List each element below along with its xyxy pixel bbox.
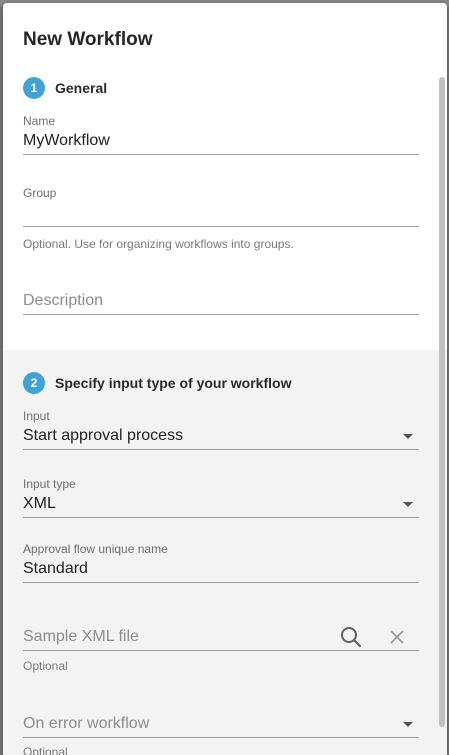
on-error-workflow-select[interactable]: On error workflow — [23, 711, 419, 738]
on-error-workflow-value[interactable]: On error workflow — [23, 711, 419, 738]
scrollbar[interactable] — [439, 77, 445, 727]
name-label: Name — [23, 114, 56, 128]
section-input-header: 2 Specify input type of your workflow — [23, 372, 291, 394]
input-select[interactable]: Input Start approval process — [23, 409, 419, 450]
on-error-workflow-placeholder: On error workflow — [23, 715, 150, 732]
group-label: Group — [23, 186, 57, 200]
group-helper-text: Optional. Use for organizing workflows i… — [23, 237, 294, 251]
sample-xml-helper-text: Optional — [23, 659, 68, 673]
chevron-down-icon[interactable] — [403, 502, 413, 507]
input-type-selected-value: XML — [23, 495, 56, 512]
search-icon[interactable] — [339, 626, 363, 648]
group-field[interactable]: Group — [23, 186, 419, 227]
input-select-value[interactable]: Start approval process — [23, 423, 419, 450]
description-input[interactable]: Description — [23, 288, 419, 315]
section-general-title: General — [55, 80, 108, 96]
input-selected-value: Start approval process — [23, 427, 184, 444]
step-number-2: 2 — [23, 372, 45, 394]
section-general-header: 1 General — [23, 77, 107, 99]
input-label: Input — [23, 409, 50, 423]
name-input[interactable]: MyWorkflow — [23, 128, 419, 155]
approval-flow-field[interactable]: Approval flow unique name Standard — [23, 542, 419, 583]
description-field[interactable]: Description — [23, 288, 419, 315]
name-field[interactable]: Name MyWorkflow — [23, 114, 419, 155]
chevron-down-icon[interactable] — [403, 434, 413, 439]
chevron-down-icon[interactable] — [403, 722, 413, 727]
approval-flow-label: Approval flow unique name — [23, 542, 168, 556]
approval-flow-input[interactable]: Standard — [23, 556, 419, 583]
on-error-helper-text: Optional — [23, 745, 68, 755]
input-type-label: Input type — [23, 477, 76, 491]
new-workflow-dialog: New Workflow 1 General Name MyWorkflow G… — [3, 3, 447, 755]
input-type-select-value[interactable]: XML — [23, 491, 419, 518]
sample-xml-input[interactable]: Sample XML file — [23, 624, 419, 651]
sample-xml-field[interactable]: Sample XML file — [23, 624, 419, 651]
sample-xml-placeholder: Sample XML file — [23, 628, 139, 645]
section-input-title: Specify input type of your workflow — [55, 375, 292, 391]
input-type-select[interactable]: Input type XML — [23, 477, 419, 518]
dialog-title: New Workflow — [23, 29, 153, 50]
group-input[interactable] — [23, 200, 419, 227]
step-number-1: 1 — [23, 77, 45, 99]
close-icon[interactable] — [385, 626, 409, 648]
